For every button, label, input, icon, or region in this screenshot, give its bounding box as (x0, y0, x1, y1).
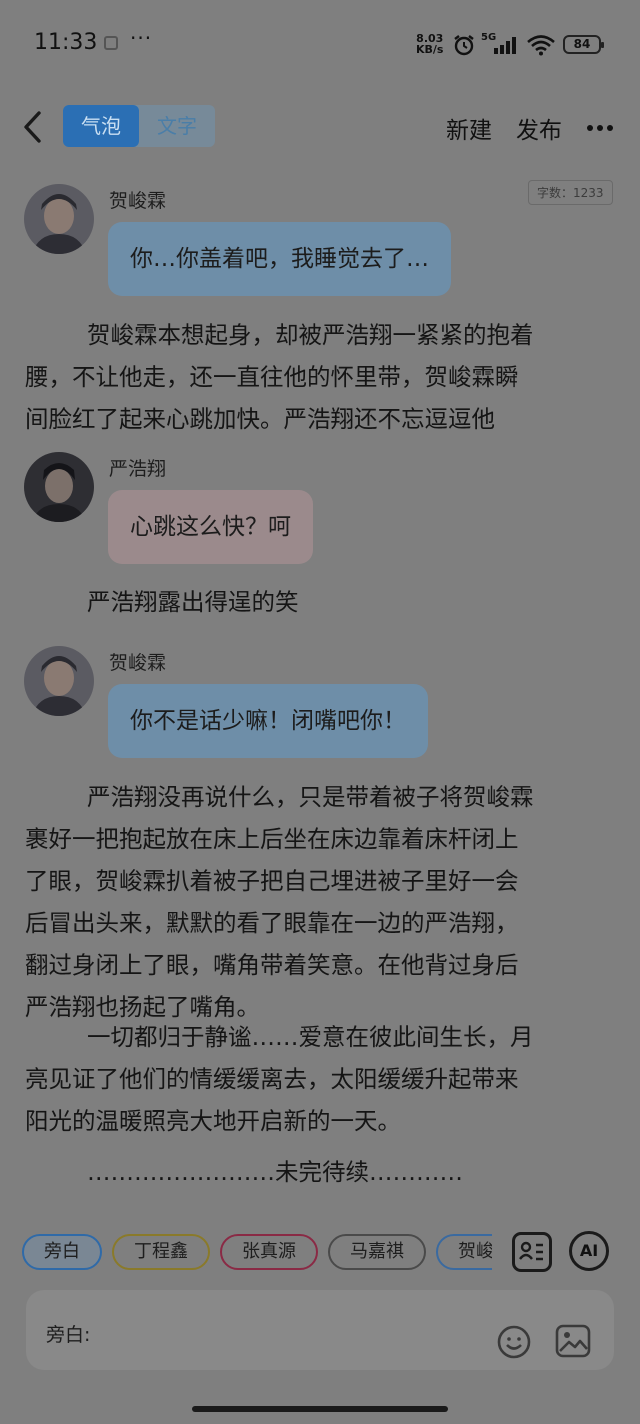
back-icon[interactable] (20, 110, 46, 144)
emoji-icon[interactable] (496, 1324, 532, 1360)
message-item[interactable]: 贺峻霖 你不是话少嘛！闭嘴吧你！ (24, 646, 624, 766)
role-chip[interactable]: 贺峻霖 (436, 1234, 492, 1270)
new-button[interactable]: 新建 (446, 111, 492, 145)
editor-toolbar: 气泡 文字 新建 发布 (0, 96, 640, 158)
more-icon[interactable] (586, 124, 614, 132)
narration-line: 翻过身闭上了眼，嘴角带着笑意。在他背过身后 (25, 951, 519, 979)
notification-icon (104, 36, 118, 50)
narration-line: 严浩翔没再说什么，只是带着被子将贺峻霖 (87, 783, 534, 811)
narration-line: 贺峻霖本想起身，却被严浩翔一紧紧的抱着 (87, 321, 534, 349)
role-chip[interactable]: 张真源 (220, 1234, 318, 1270)
narration-paragraph[interactable]: 严浩翔露出得逞的笑 (25, 581, 615, 623)
alarm-icon (454, 35, 474, 56)
message-item[interactable]: 严浩翔 心跳这么快？呵 (24, 452, 624, 572)
message-bubble[interactable]: 你…你盖着吧，我睡觉去了… (108, 222, 451, 296)
message-bubble[interactable]: 你不是话少嘛！闭嘴吧你！ (108, 684, 428, 758)
role-selector: 旁白丁程鑫张真源马嘉祺贺峻霖 (22, 1234, 492, 1272)
input-bar: 旁白: (26, 1290, 614, 1370)
role-chip-narrator[interactable]: 旁白 (22, 1234, 102, 1270)
message-item[interactable]: 贺峻霖 你…你盖着吧，我睡觉去了… (24, 184, 624, 304)
narration-line: 腰，不让他走，还一直往他的怀里带，贺峻霖瞬 (25, 363, 519, 391)
signal-icon (494, 37, 516, 54)
status-bar: 11:33 ··· 8.03 KB/s 5G 84 (0, 0, 640, 88)
status-time: 11:33 (34, 30, 98, 55)
input-role-label: 旁白: (46, 1324, 91, 1346)
narration-paragraph[interactable]: 贺峻霖本想起身，却被严浩翔一紧紧的抱着 腰，不让他走，还一直往他的怀里带，贺峻霖… (25, 314, 615, 440)
narration-line: 一切都归于静谧……爱意在彼此间生长，月 (87, 1023, 534, 1051)
home-indicator[interactable] (192, 1406, 448, 1412)
mode-switch: 气泡 文字 (63, 105, 215, 147)
narration-paragraph[interactable]: ……………………未完待续………… (25, 1151, 615, 1193)
status-more-icon: ··· (130, 26, 153, 50)
wifi-icon (527, 35, 555, 56)
narration-line: 裹好一把抱起放在床上后坐在床边靠着床杆闭上 (25, 825, 519, 853)
narration-line: 后冒出头来，默默的看了眼靠在一边的严浩翔， (25, 909, 519, 937)
publish-button[interactable]: 发布 (516, 111, 562, 145)
image-icon[interactable] (554, 1323, 592, 1359)
narration-line: 阳光的温暖照亮大地开启新的一天。 (25, 1107, 401, 1135)
role-chip[interactable]: 马嘉祺 (328, 1234, 426, 1270)
tab-text[interactable]: 文字 (139, 105, 215, 147)
narration-paragraph[interactable]: 一切都归于静谧……爱意在彼此间生长，月 亮见证了他们的情缓缓离去，太阳缓缓升起带… (25, 1016, 615, 1142)
sender-name: 严浩翔 (109, 458, 167, 480)
avatar[interactable] (24, 184, 94, 254)
narration-line: 间脸红了起来心跳加快。严浩翔还不忘逗逗他 (25, 405, 495, 433)
net-speed: 8.03 KB/s (416, 33, 443, 55)
roles-icon[interactable] (512, 1232, 552, 1272)
sender-name: 贺峻霖 (109, 190, 167, 212)
narration-line: ……………………未完待续………… (87, 1158, 463, 1186)
message-bubble[interactable]: 心跳这么快？呵 (108, 490, 313, 564)
narration-line: 严浩翔露出得逞的笑 (87, 588, 299, 616)
role-chip[interactable]: 丁程鑫 (112, 1234, 210, 1270)
narration-line: 了眼，贺峻霖扒着被子把自己埋进被子里好一会 (25, 867, 519, 895)
battery-indicator: 84 (563, 35, 604, 54)
narration-line: 亮见证了他们的情缓缓离去，太阳缓缓升起带来 (25, 1065, 519, 1093)
tab-bubble[interactable]: 气泡 (63, 105, 139, 147)
avatar[interactable] (24, 646, 94, 716)
net-speed-unit: KB/s (416, 43, 444, 56)
narration-paragraph[interactable]: 严浩翔没再说什么，只是带着被子将贺峻霖 裹好一把抱起放在床上后坐在床边靠着床杆闭… (25, 776, 615, 1028)
ai-button[interactable]: AI (569, 1231, 609, 1271)
story-content[interactable]: 字数：1233 贺峻霖 你…你盖着吧，我睡觉去了… 贺峻霖本想起身，却被严浩翔一… (0, 168, 640, 1218)
avatar[interactable] (24, 452, 94, 522)
sender-name: 贺峻霖 (109, 652, 167, 674)
message-input[interactable] (106, 1316, 486, 1346)
